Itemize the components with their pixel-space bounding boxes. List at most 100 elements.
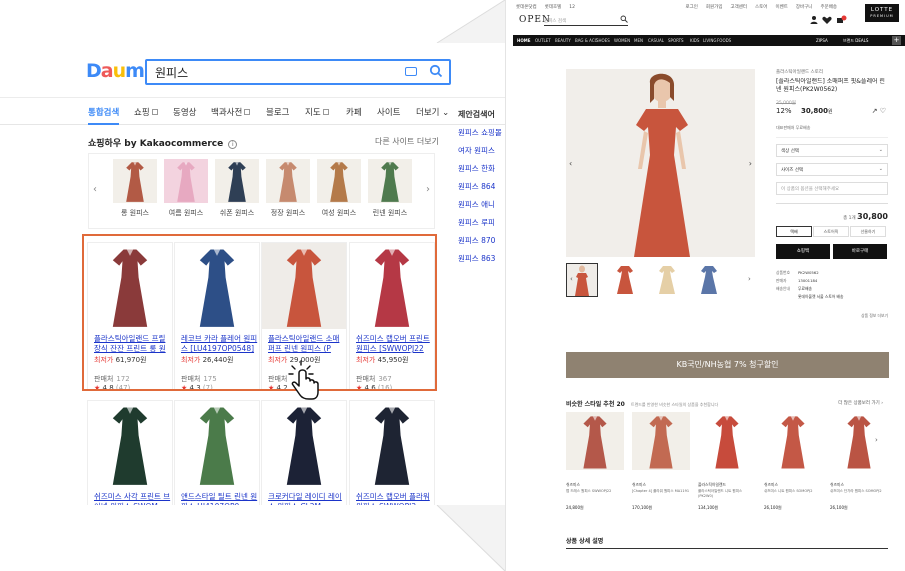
delivery-parcel[interactable]: 택배 [776,226,812,237]
suggestion-link[interactable]: 원피스 863 [458,253,502,264]
nav-item[interactable]: BAG & ACC [575,38,597,43]
tab-cafe[interactable]: 카페 [346,106,362,118]
tab-map[interactable]: 지도 [305,106,329,118]
nav-item[interactable]: BEAUTY [555,38,571,43]
size-select[interactable]: 사이즈 선택 ⌄ [776,163,888,176]
cart-icon[interactable] [837,15,847,24]
tab-video[interactable]: 동영상 [173,106,196,118]
user-icon[interactable] [810,16,818,24]
similar-product-image[interactable] [632,412,690,470]
category-item[interactable]: 여성 원피스 [317,159,361,218]
suggestion-link[interactable]: 원피스 루피 [458,217,502,228]
card-promo-banner[interactable]: KB국민/NH농협 7% 청구할인 [566,352,889,378]
thumbnail[interactable] [694,263,726,297]
product-title-link[interactable]: 앤드스타일 틸트 린넨 원피스 HI4107OP0 [181,492,259,505]
product-card[interactable]: 크로커다일 레이디 레이스 원피스 CL2M [261,400,347,505]
info-icon[interactable]: i [228,140,238,149]
search-icon[interactable] [429,64,443,78]
util-link[interactable]: 주문배송 [820,5,837,10]
chevron-right-icon[interactable]: › [426,184,430,195]
util-link[interactable]: 롯데호텔 [545,5,562,10]
delivery-gift[interactable]: 선물하기 [850,226,886,237]
product-card[interactable]: 앤드스타일 틸트 린넨 원피스 HI4107OP0 [174,400,260,505]
category-item[interactable]: 린넨 원피스 [368,159,412,218]
nav-item[interactable]: KIDS [690,38,699,43]
tab-more[interactable]: 더보기 ⌄ [416,106,449,118]
lotte-premium-badge[interactable]: LOTTE PREMIUM [865,4,899,22]
nav-item[interactable]: LIVING [703,38,716,43]
product-title-link[interactable]: 크로커다일 레이디 레이스 원피스 CL2M [268,492,346,505]
product-title-link[interactable]: 쉬즈미스 랩오버 플라워 원피스 SWWOPJ2 [356,492,434,505]
similar-product[interactable]: 쉬즈미스 쉬즈미스 니트 원피스 SOMOPJ2 26,100원 [764,412,822,511]
daum-logo[interactable]: Daum [86,60,145,82]
nav-item[interactable]: OUTLET [535,38,551,43]
nav-item[interactable]: 브랜드 DEALS [843,38,868,44]
delivery-storepick[interactable]: 스토어픽 [813,226,849,237]
product-image[interactable] [262,401,346,487]
product-title-link[interactable]: 쉬즈미스 사각 프린트 브이넥 원피스 SWOM [94,492,172,505]
thumbnail[interactable] [652,263,684,297]
util-link[interactable]: 이벤트 [775,5,787,10]
shopping-bag-button[interactable]: 쇼핑백 [776,244,830,259]
keyboard-icon[interactable] [405,67,417,76]
product-card[interactable]: 쉬즈미스 랩오버 플라워 원피스 SWWOPJ2 [349,400,435,505]
nav-item[interactable]: MEN [634,38,643,43]
similar-product-image[interactable] [764,412,822,470]
category-item[interactable]: 롱 원피스 [113,159,157,218]
category-item[interactable]: 정장 원피스 [266,159,310,218]
nav-item[interactable]: HOME [517,38,530,43]
search-input[interactable] [147,61,377,83]
nav-item[interactable]: WOMEN [614,38,630,43]
nav-item[interactable]: SHOES [596,38,610,43]
chevron-right-icon[interactable]: › [749,159,752,168]
similar-product[interactable]: 쉬즈미스 [Chapter 4] 플라워 원피스 MA1191 170,100원 [632,412,690,511]
chevron-right-icon[interactable]: › [748,275,751,283]
tab-shopping[interactable]: 쇼핑 [134,106,158,118]
chevron-left-icon[interactable]: ‹ [93,184,97,195]
util-link[interactable]: 롯데온닷컴 [516,5,537,10]
heart-icon[interactable] [822,16,832,24]
other-sites-link[interactable]: 다른 사이트 더보기 [375,136,439,147]
more-info-link[interactable]: 상품 정보 더보기 [776,313,888,319]
chevron-left-icon[interactable]: ‹ [569,159,572,168]
similar-more-link[interactable]: 더 많은 상품보러 가기 › [838,400,883,406]
similar-product[interactable]: 플라스틱아일랜드 플라스틱아일랜드 니트 원피스 (PK2W0) 134,100원 [698,412,756,511]
share-icon[interactable]: ↗ ♡ [872,107,886,115]
nav-item[interactable]: CASUAL [648,38,664,43]
category-item[interactable]: 쉬폰 원피스 [215,159,259,218]
suggestion-link[interactable]: 원피스 870 [458,235,502,246]
product-image[interactable] [88,401,172,487]
tab-encyclopedia[interactable]: 백과사전 [211,106,251,118]
buy-now-button[interactable]: 바로구매 [833,244,887,259]
suggestion-link[interactable]: 원피스 쇼핑몰 [458,127,502,138]
thumbnail[interactable] [610,263,642,297]
tab-all[interactable]: 통합검색 [88,106,120,125]
tab-blog[interactable]: 블로그 [266,106,289,118]
chevron-left-icon[interactable]: ‹ [570,275,573,283]
nav-item[interactable]: ZIPSA [816,38,828,43]
suggestion-link[interactable]: 여자 원피스 [458,145,502,156]
product-brand[interactable]: 플라스틱아일랜드 스토리 [776,69,888,75]
product-image[interactable] [350,401,434,487]
util-link[interactable]: 로그인 [685,5,697,10]
suggestion-link[interactable]: 원피스 애니 [458,199,502,210]
nav-item[interactable]: FOODS [717,38,731,43]
similar-product[interactable]: 쉬즈미스 랩 드레스 원피스 SWWOPJ22 24,800원 [566,412,624,511]
similar-product[interactable]: 쉬즈미스 쉬즈미스 단가라 원피스 SOMOPJ2 26,100원 [830,412,888,511]
similar-product-image[interactable] [566,412,624,470]
product-image[interactable] [175,401,259,487]
chevron-right-icon[interactable]: › [875,436,878,444]
nav-item[interactable]: SPORTS [668,38,684,43]
search-icon[interactable] [620,15,628,23]
store-search-input[interactable]: 원피스 검색 [544,15,628,26]
tab-site[interactable]: 사이트 [377,106,400,118]
product-card[interactable]: 쉬즈미스 사각 프린트 브이넥 원피스 SWOM [87,400,173,505]
util-link[interactable]: 장바구니 [796,5,813,10]
category-item[interactable]: 여름 원피스 [164,159,208,218]
suggestion-link[interactable]: 원피스 한화 [458,163,502,174]
plus-icon[interactable]: + [892,36,901,45]
suggestion-link[interactable]: 원피스 864 [458,181,502,192]
color-select[interactable]: 색상 선택 ⌄ [776,144,888,157]
util-link[interactable]: 고객센터 [730,5,747,10]
util-link[interactable]: 회원가입 [706,5,723,10]
